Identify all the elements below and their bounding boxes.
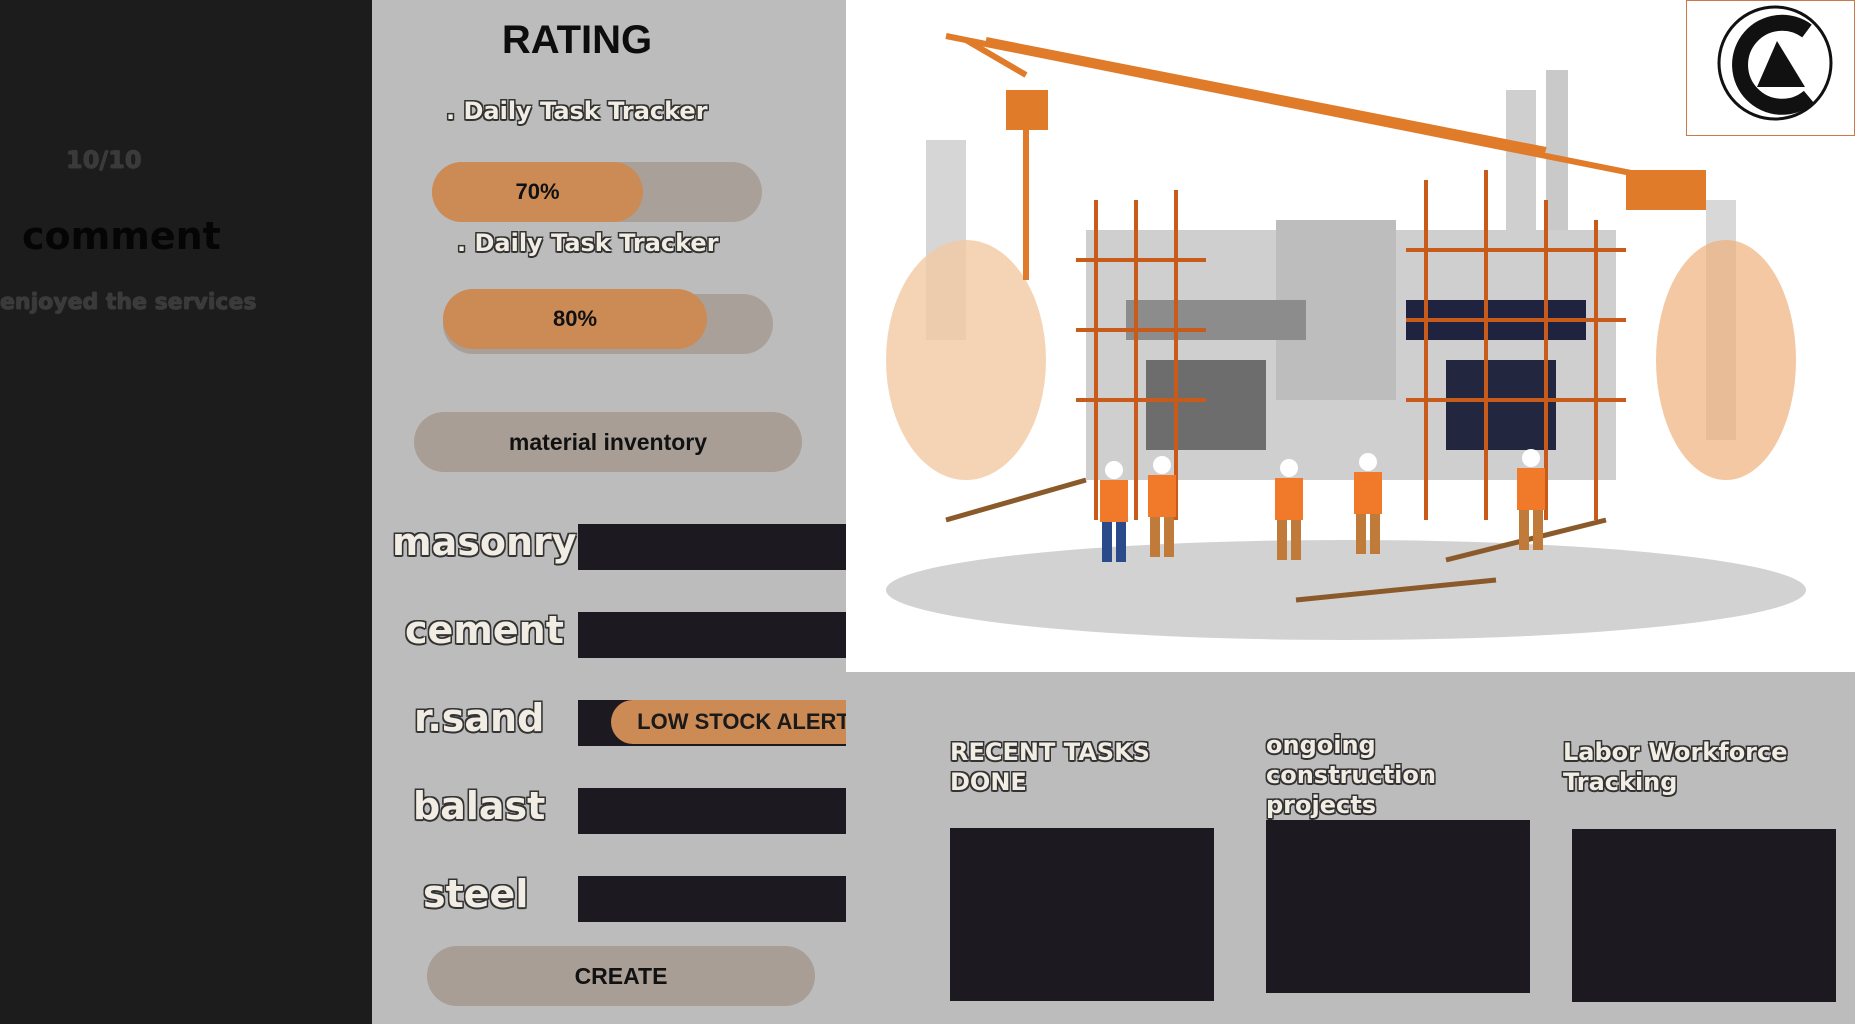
dashboard-panel xyxy=(372,0,846,1024)
cypher-architects-logo xyxy=(1686,0,1855,136)
material-label-masonry: masonry xyxy=(392,520,577,564)
material-label-cement: cement xyxy=(405,608,564,652)
daily-task-progress-fill: 80% xyxy=(443,289,707,349)
rating-title: RATING xyxy=(501,18,653,62)
comment-text: enjoyed the services xyxy=(0,290,257,315)
logo-mark-icon xyxy=(1717,5,1833,121)
material-label-balast: balast xyxy=(413,784,546,828)
progress-percent: 80% xyxy=(552,306,598,331)
material-label-rsand: r.sand xyxy=(414,696,545,740)
ongoing-projects-title: ongoing construction projects xyxy=(1266,731,1436,819)
low-stock-alert-text: LOW STOCK ALERT xyxy=(637,709,850,734)
rating-score: 10/10 xyxy=(66,146,142,174)
labor-tracking-panel[interactable] xyxy=(1572,829,1836,1002)
create-button[interactable]: CREATE xyxy=(427,946,815,1006)
low-stock-alert-badge: LOW STOCK ALERT xyxy=(611,700,876,744)
daily-task-progress-fill: 70% xyxy=(432,162,643,222)
labor-tracking-title: Labor Workforce Tracking xyxy=(1563,738,1788,796)
ongoing-projects-panel[interactable] xyxy=(1266,820,1530,993)
recent-tasks-panel[interactable] xyxy=(950,828,1214,1001)
material-label-steel: steel xyxy=(423,872,529,916)
recent-tasks-title: RECENT TASKS DONE xyxy=(950,738,1150,796)
progress-percent: 70% xyxy=(515,179,560,204)
daily-task-tracker-label: . Daily Task Tracker xyxy=(446,97,708,125)
material-inventory-button[interactable]: material inventory xyxy=(414,412,802,472)
comment-title: comment xyxy=(22,214,221,258)
daily-task-tracker-label: . Daily Task Tracker xyxy=(457,229,719,257)
